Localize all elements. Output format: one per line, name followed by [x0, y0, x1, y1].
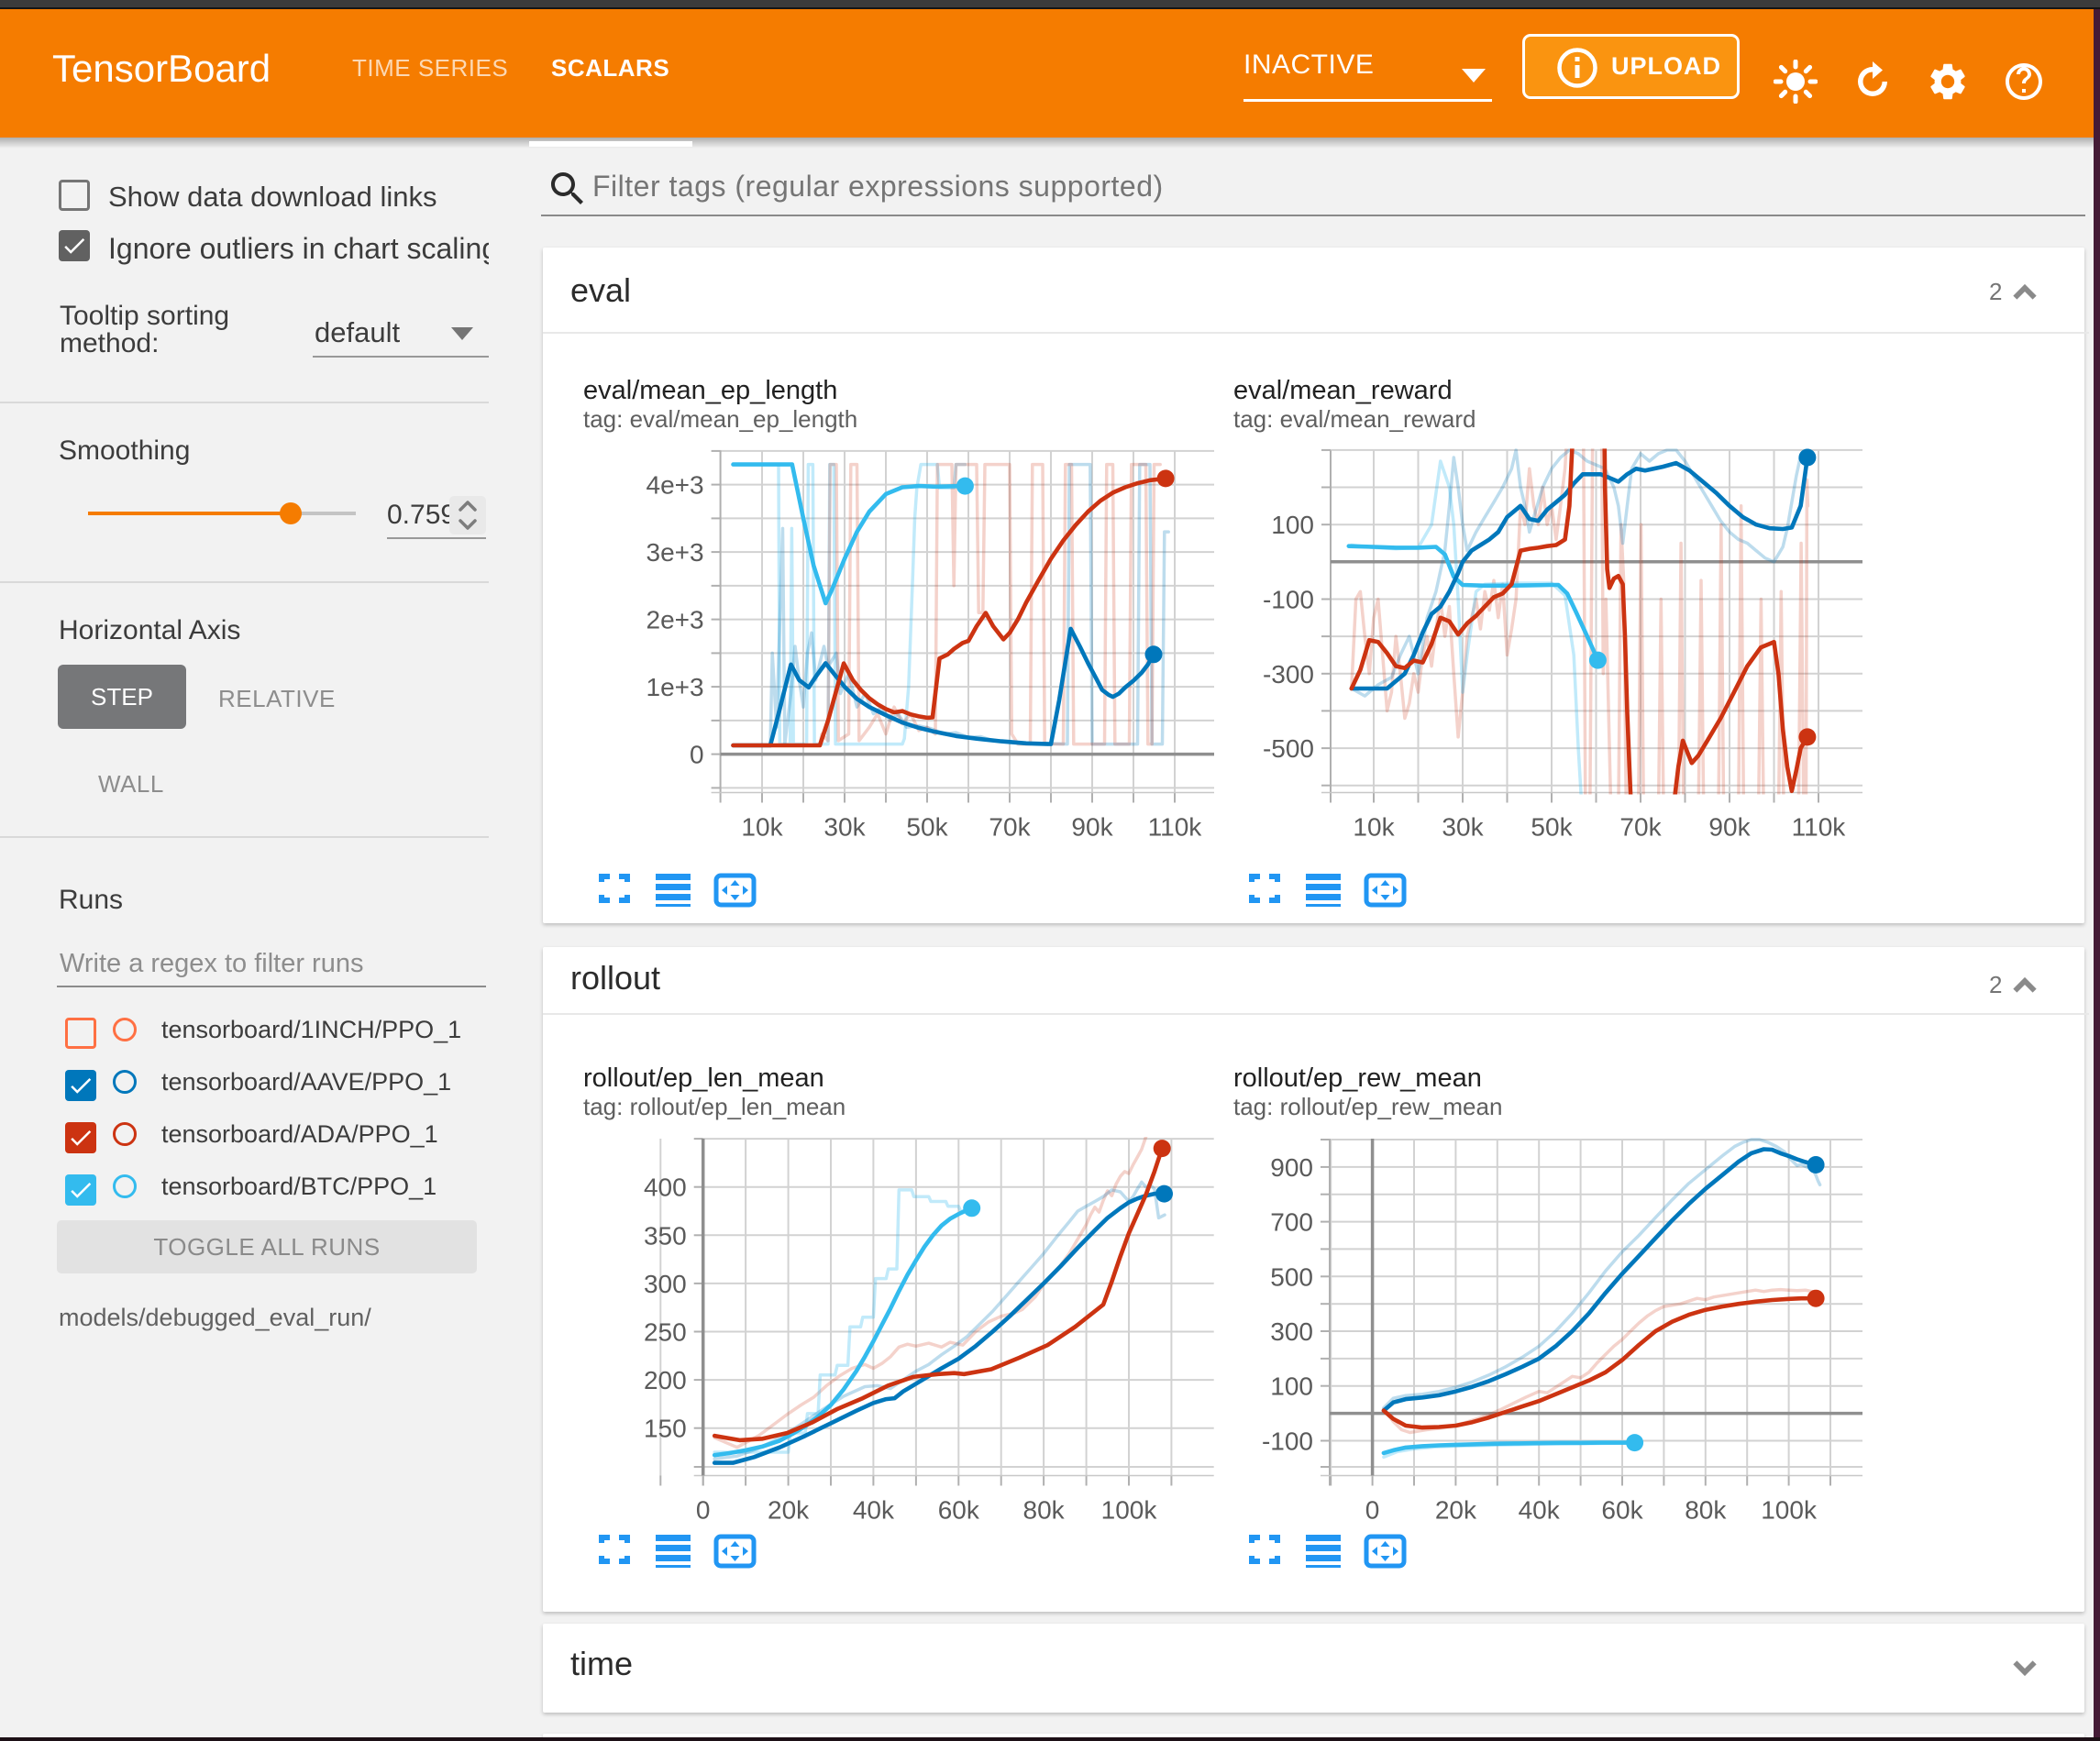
svg-text:1e+3: 1e+3 — [647, 673, 704, 701]
svg-text:eval/mean_ep_length: eval/mean_ep_length — [583, 376, 837, 405]
svg-text:80k: 80k — [1023, 1496, 1066, 1525]
svg-text:rollout/ep_rew_mean: rollout/ep_rew_mean — [1233, 1063, 1482, 1093]
svg-text:60k: 60k — [938, 1496, 980, 1525]
svg-text:0: 0 — [690, 741, 704, 769]
svg-text:30k: 30k — [1442, 813, 1484, 842]
svg-text:400: 400 — [644, 1174, 687, 1202]
svg-text:50k: 50k — [1531, 813, 1573, 842]
svg-text:300: 300 — [1270, 1317, 1313, 1346]
svg-text:tag: rollout/ep_rew_mean: tag: rollout/ep_rew_mean — [1233, 1093, 1502, 1120]
svg-text:-500: -500 — [1263, 734, 1314, 763]
svg-text:0: 0 — [1365, 1496, 1380, 1525]
svg-text:-100: -100 — [1263, 586, 1314, 614]
svg-text:80k: 80k — [1685, 1496, 1727, 1525]
svg-text:70k: 70k — [989, 813, 1031, 842]
svg-text:300: 300 — [644, 1270, 687, 1298]
svg-text:50k: 50k — [906, 813, 948, 842]
svg-text:40k: 40k — [853, 1496, 895, 1525]
svg-text:rollout/ep_len_mean: rollout/ep_len_mean — [583, 1063, 824, 1093]
svg-text:100: 100 — [1271, 511, 1314, 539]
svg-text:100k: 100k — [1101, 1496, 1158, 1525]
svg-text:900: 900 — [1270, 1153, 1313, 1182]
svg-text:500: 500 — [1270, 1262, 1313, 1291]
svg-text:40k: 40k — [1519, 1496, 1561, 1525]
svg-text:tag: rollout/ep_len_mean: tag: rollout/ep_len_mean — [583, 1093, 846, 1120]
svg-text:90k: 90k — [1071, 813, 1113, 842]
svg-text:100: 100 — [1270, 1372, 1313, 1401]
svg-text:0: 0 — [696, 1496, 711, 1525]
svg-text:90k: 90k — [1708, 813, 1751, 842]
svg-text:350: 350 — [644, 1221, 687, 1250]
svg-text:700: 700 — [1270, 1208, 1313, 1237]
svg-text:-100: -100 — [1262, 1427, 1313, 1456]
svg-text:10k: 10k — [741, 813, 783, 842]
svg-text:2e+3: 2e+3 — [647, 606, 704, 634]
svg-text:200: 200 — [644, 1366, 687, 1394]
svg-text:110k: 110k — [1792, 813, 1847, 842]
svg-text:150: 150 — [644, 1415, 687, 1443]
svg-text:3e+3: 3e+3 — [647, 538, 704, 567]
svg-text:100k: 100k — [1761, 1496, 1818, 1525]
svg-text:250: 250 — [644, 1318, 687, 1347]
svg-text:30k: 30k — [823, 813, 866, 842]
svg-text:20k: 20k — [1435, 1496, 1477, 1525]
svg-text:-300: -300 — [1263, 660, 1314, 689]
svg-text:110k: 110k — [1148, 813, 1203, 842]
svg-text:70k: 70k — [1619, 813, 1662, 842]
svg-text:tag: eval/mean_reward: tag: eval/mean_reward — [1233, 405, 1476, 433]
svg-text:eval/mean_reward: eval/mean_reward — [1233, 376, 1453, 405]
svg-text:60k: 60k — [1601, 1496, 1643, 1525]
svg-text:20k: 20k — [768, 1496, 810, 1525]
svg-text:tag: eval/mean_ep_length: tag: eval/mean_ep_length — [583, 405, 857, 433]
svg-text:4e+3: 4e+3 — [647, 471, 704, 500]
svg-text:10k: 10k — [1353, 813, 1395, 842]
